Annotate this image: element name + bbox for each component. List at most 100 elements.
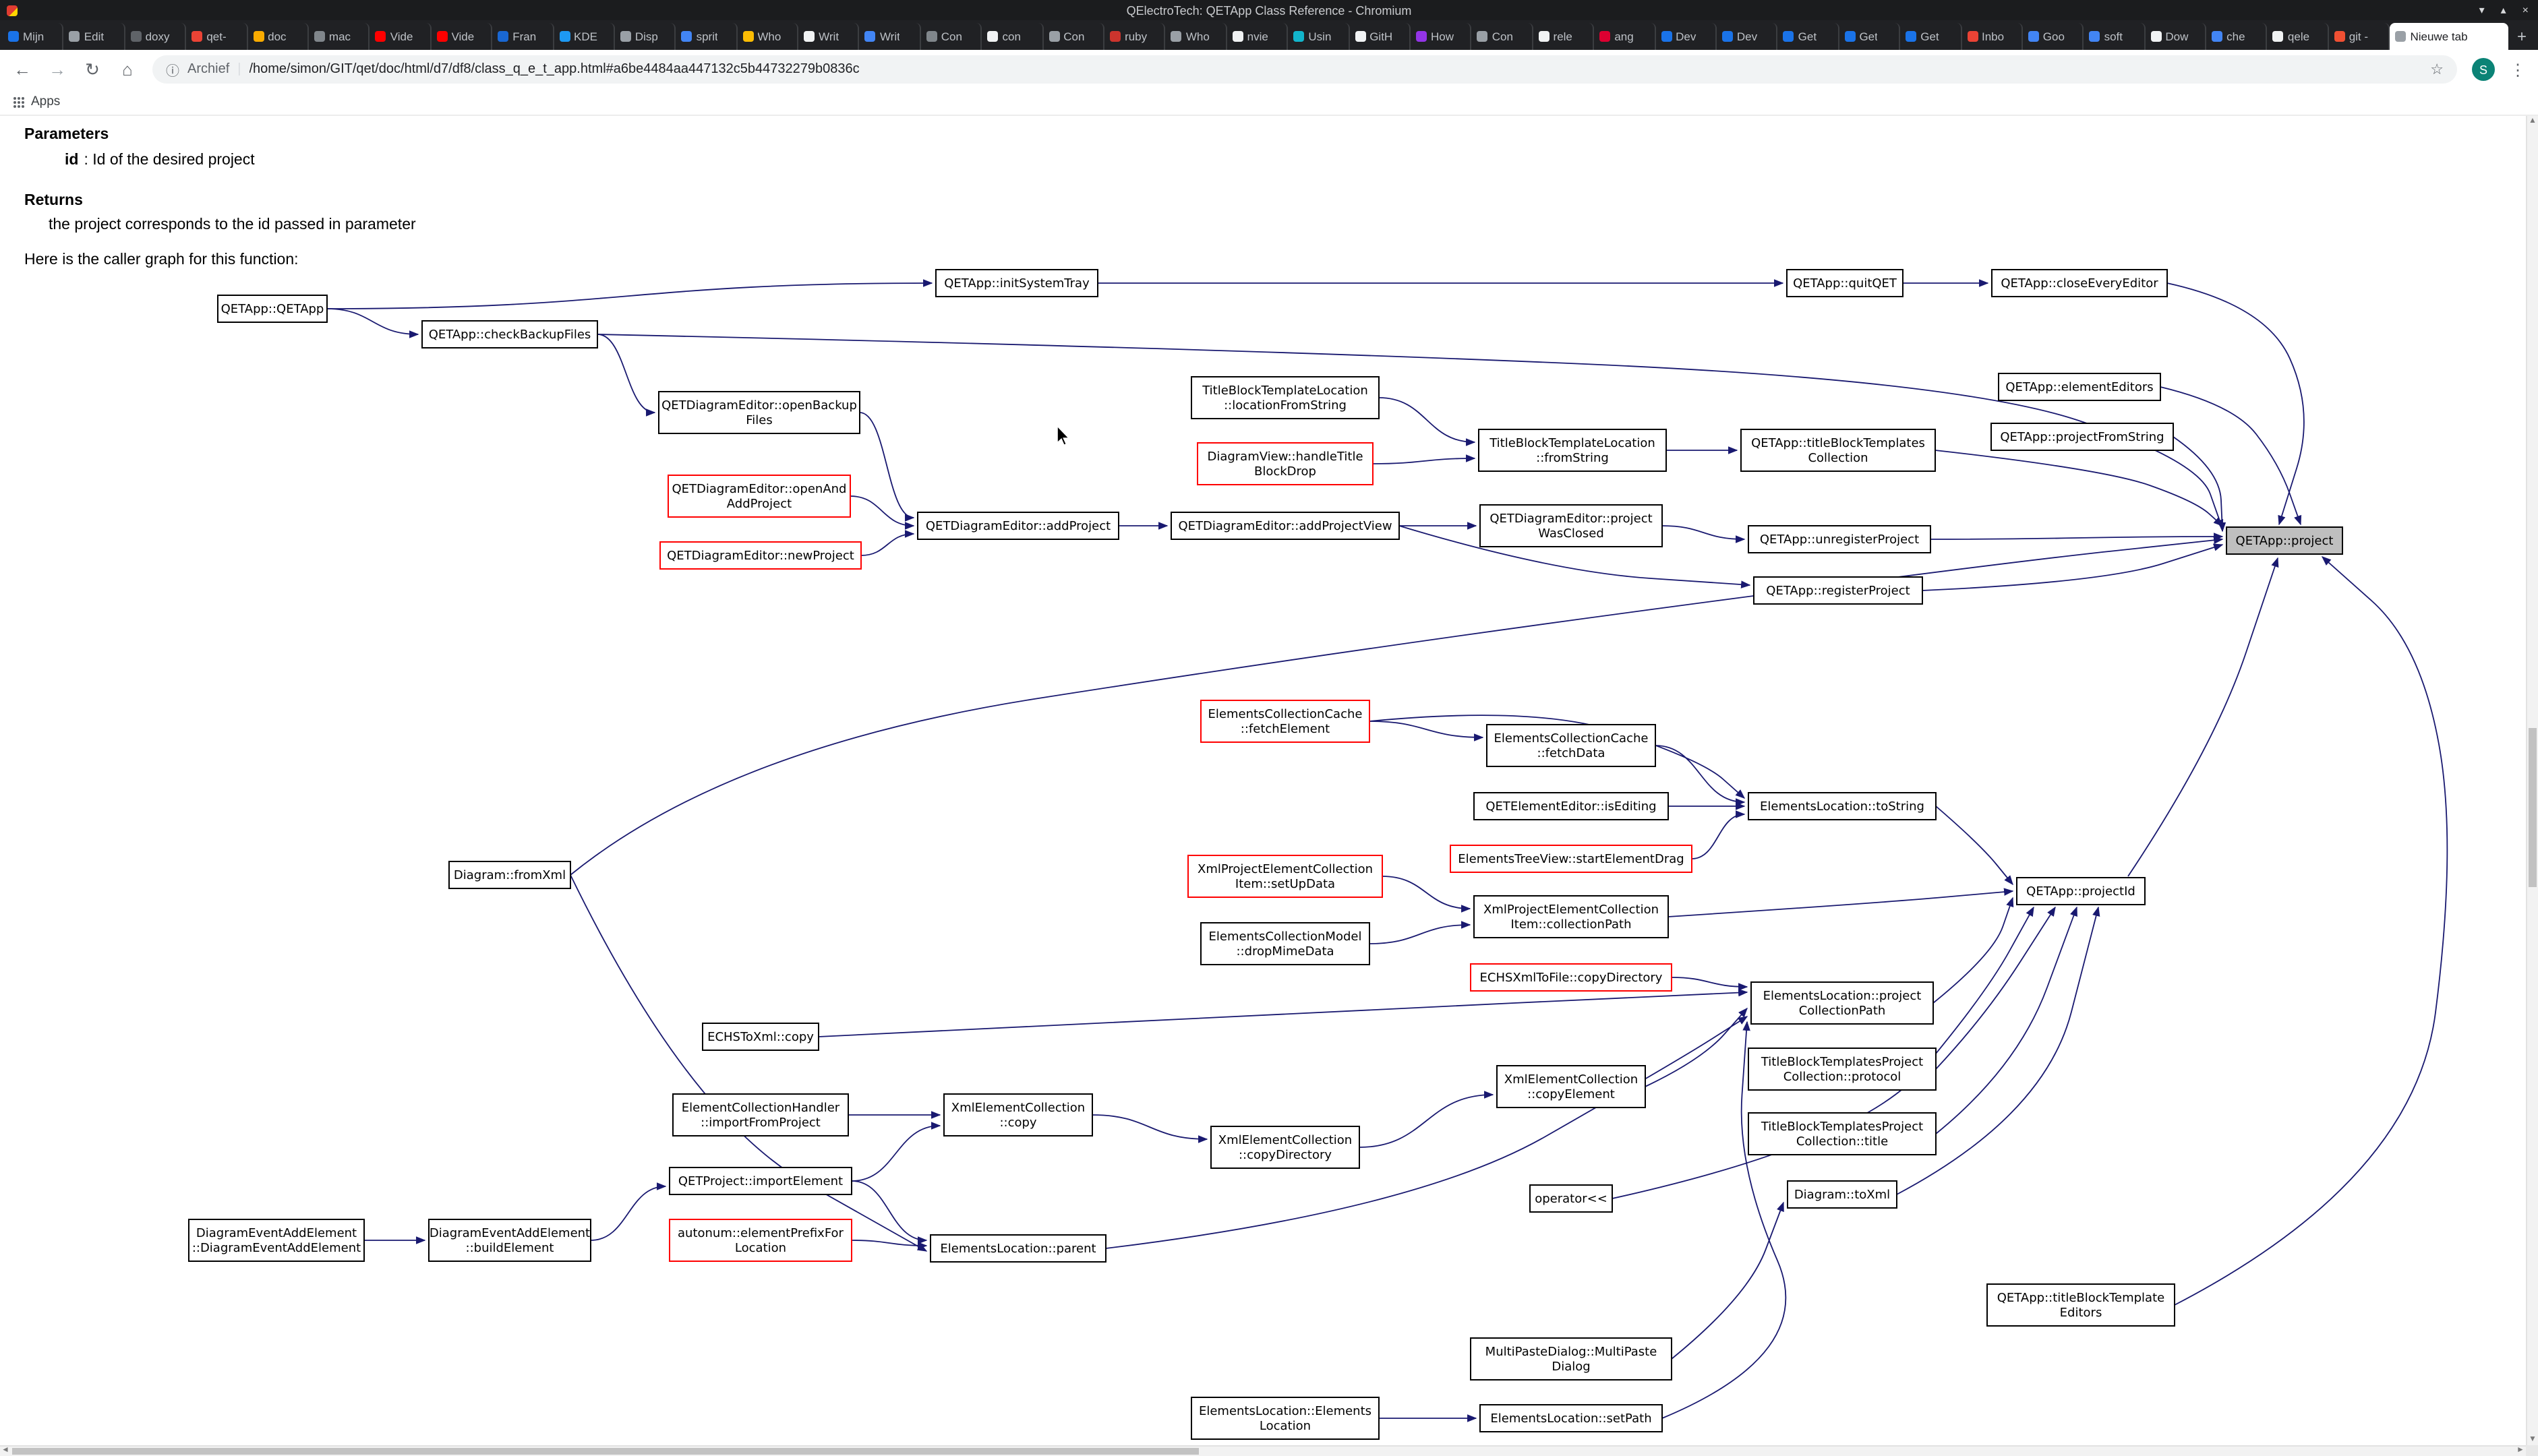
tab[interactable]: Fran	[492, 23, 554, 50]
graph-node-quitQET[interactable]: QETApp::quitQET	[1787, 270, 1903, 297]
graph-node-addProject[interactable]: QETDiagramEditor::addProject	[918, 512, 1119, 539]
graph-node-operatorOut[interactable]: operator<<	[1530, 1185, 1612, 1212]
graph-node-tbtlFromString[interactable]: TitleBlockTemplateLocation::fromString	[1479, 429, 1666, 471]
tab[interactable]: Dev	[1717, 23, 1778, 50]
graph-node-projectId[interactable]: QETApp::projectId	[2017, 878, 2145, 905]
horizontal-scrollbar[interactable]: ◄ ►	[0, 1445, 2526, 1456]
tab[interactable]: Get	[1900, 23, 1961, 50]
tab[interactable]: soft	[2084, 23, 2146, 50]
graph-node-copyElement[interactable]: XmlElementCollection::copyElement	[1497, 1066, 1645, 1108]
graph-node-titleBlockTemplatesCollection[interactable]: QETApp::titleBlockTemplatesCollection	[1741, 429, 1935, 471]
tab[interactable]: Usin	[1288, 23, 1349, 50]
graph-node-titleBlockTemplateEditors[interactable]: QETApp::titleBlockTemplateEditors	[1987, 1284, 2175, 1326]
graph-node-importFromProject[interactable]: ElementCollectionHandler::importFromProj…	[673, 1094, 848, 1136]
graph-node-newProject[interactable]: QETDiagramEditor::newProject	[660, 542, 861, 569]
tab[interactable]: Vide	[370, 23, 432, 50]
tab[interactable]: Con	[1043, 23, 1104, 50]
tab[interactable]: Mijn	[3, 23, 64, 50]
graph-node-echsToXmlCopy[interactable]: ECHSToXml::copy	[703, 1023, 819, 1050]
scroll-left-icon[interactable]: ◄	[0, 1447, 11, 1456]
graph-node-echsCopyDirectory[interactable]: ECHSXmlToFile::copyDirectory	[1471, 964, 1672, 991]
profile-avatar[interactable]: S	[2472, 58, 2495, 81]
graph-node-elementsLocationCtor[interactable]: ElementsLocation::ElementsLocation	[1191, 1397, 1379, 1439]
graph-node-elParent[interactable]: ElementsLocation::parent	[931, 1235, 1106, 1262]
graph-node-xmlCollCopy[interactable]: XmlElementCollection::copy	[944, 1094, 1092, 1136]
tab[interactable]: con	[982, 23, 1044, 50]
graph-node-elementPrefixForLocation[interactable]: autonum::elementPrefixForLocation	[670, 1219, 852, 1261]
tab-active[interactable]: Nieuwe tab	[2390, 23, 2508, 50]
bookmark-star-icon[interactable]: ☆	[2430, 61, 2444, 78]
reload-icon[interactable]: ↻	[82, 61, 102, 78]
graph-node-diagramEventCtor[interactable]: DiagramEventAddElement::DiagramEventAddE…	[189, 1219, 364, 1261]
tab[interactable]: Writ	[798, 23, 860, 50]
tab[interactable]: Inbo	[1961, 23, 2023, 50]
tab[interactable]: Con	[1472, 23, 1533, 50]
graph-node-multiPasteDialog[interactable]: MultiPasteDialog::MultiPasteDialog	[1471, 1338, 1672, 1380]
address-bar[interactable]: ⓘ Archief | /home/simon/GIT/qet/doc/html…	[152, 55, 2457, 84]
tab[interactable]: doc	[247, 23, 309, 50]
graph-node-closeEveryEditor[interactable]: QETApp::closeEveryEditor	[1992, 270, 2167, 297]
graph-node-protocol[interactable]: TitleBlockTemplatesProjectCollection::pr…	[1748, 1048, 1936, 1090]
bookmark-apps[interactable]: Apps	[31, 94, 60, 109]
scroll-up-icon[interactable]: ▲	[2527, 116, 2538, 127]
graph-node-collectionPath[interactable]: XmlProjectElementCollectionItem::collect…	[1474, 896, 1668, 938]
home-icon[interactable]: ⌂	[117, 61, 138, 78]
graph-node-qetapp[interactable]: QETApp::QETApp	[218, 295, 327, 322]
graph-node-elementEditors[interactable]: QETApp::elementEditors	[1999, 373, 2160, 400]
tab[interactable]: Dow	[2145, 23, 2206, 50]
scroll-down-icon[interactable]: ▼	[2527, 1434, 2538, 1445]
tab[interactable]: Disp	[615, 23, 676, 50]
tab[interactable]: Get	[1778, 23, 1839, 50]
horizontal-scrollbar-thumb[interactable]	[12, 1448, 1200, 1455]
graph-node-tbtpcTitle[interactable]: TitleBlockTemplatesProjectCollection::ti…	[1748, 1113, 1936, 1155]
graph-node-handleTitleBlockDrop[interactable]: DiagramView::handleTitleBlockDrop	[1198, 443, 1373, 485]
back-icon[interactable]: ←	[12, 61, 32, 78]
window-close-button[interactable]: ×	[2522, 4, 2529, 16]
graph-node-locationFromString[interactable]: TitleBlockTemplateLocation::locationFrom…	[1191, 377, 1379, 419]
graph-node-projectFromString[interactable]: QETApp::projectFromString	[1991, 423, 2173, 450]
vertical-scrollbar-thumb[interactable]	[2529, 727, 2537, 887]
graph-node-projectWasClosed[interactable]: QETDiagramEditor::projectWasClosed	[1480, 505, 1662, 547]
tab[interactable]: Con	[921, 23, 982, 50]
graph-node-buildElement[interactable]: DiagramEventAddElement::buildElement	[429, 1219, 591, 1261]
browser-menu-icon[interactable]: ⋮	[2510, 60, 2526, 79]
graph-node-importElement[interactable]: QETProject::importElement	[670, 1167, 852, 1194]
graph-node-setUpData[interactable]: XmlProjectElementCollectionItem::setUpDa…	[1188, 855, 1382, 897]
graph-node-projectCollectionPath[interactable]: ElementsLocation::projectCollectionPath	[1751, 982, 1933, 1024]
graph-node-fetchElement[interactable]: ElementsCollectionCache::fetchElement	[1201, 700, 1369, 742]
graph-node-openAndAddProject[interactable]: QETDiagramEditor::openAndAddProject	[668, 475, 850, 517]
graph-node-registerProject[interactable]: QETApp::registerProject	[1754, 577, 1922, 604]
graph-node-addProjectView[interactable]: QETDiagramEditor::addProjectView	[1171, 512, 1399, 539]
graph-node-fetchData[interactable]: ElementsCollectionCache::fetchData	[1487, 725, 1655, 766]
tab[interactable]: ang	[1594, 23, 1655, 50]
tab[interactable]: Who	[1166, 23, 1227, 50]
vertical-scrollbar[interactable]: ▲ ▼	[2526, 116, 2538, 1445]
graph-node-setPath[interactable]: ElementsLocation::setPath	[1480, 1405, 1662, 1432]
graph-node-diagramToXml[interactable]: Diagram::toXml	[1788, 1181, 1897, 1208]
tab[interactable]: Edit	[64, 23, 125, 50]
window-minimize-button[interactable]: ▾	[2479, 4, 2485, 16]
tab[interactable]: Vide	[431, 23, 492, 50]
url-text[interactable]: /home/simon/GIT/qet/doc/html/d7/df8/clas…	[249, 62, 2422, 77]
graph-node-isEditing[interactable]: QETElementEditor::isEditing	[1474, 793, 1668, 820]
tab[interactable]: ruby	[1104, 23, 1166, 50]
tab[interactable]: Who	[737, 23, 798, 50]
graph-node-initSystemTray[interactable]: QETApp::initSystemTray	[936, 270, 1098, 297]
tab[interactable]: qet-	[186, 23, 247, 50]
tab[interactable]: sprit	[676, 23, 738, 50]
tab[interactable]: nvie	[1227, 23, 1289, 50]
tab[interactable]: Goo	[2023, 23, 2084, 50]
graph-node-toString[interactable]: ElementsLocation::toString	[1748, 793, 1936, 820]
tab[interactable]: mac	[309, 23, 370, 50]
graph-node-dropMimeData[interactable]: ElementsCollectionModel::dropMimeData	[1201, 923, 1369, 965]
tab[interactable]: git -	[2329, 23, 2390, 50]
scroll-right-icon[interactable]: ►	[2515, 1447, 2526, 1456]
tab[interactable]: Dev	[1655, 23, 1717, 50]
forward-icon[interactable]: →	[47, 61, 67, 78]
graph-node-checkBackupFiles[interactable]: QETApp::checkBackupFiles	[422, 321, 597, 348]
graph-node-xmlCollCopyDirectory[interactable]: XmlElementCollection::copyDirectory	[1211, 1126, 1359, 1168]
tab[interactable]: How	[1411, 23, 1472, 50]
tab[interactable]: KDE	[554, 23, 615, 50]
tab[interactable]: rele	[1533, 23, 1595, 50]
graph-node-fromXml[interactable]: Diagram::fromXml	[449, 861, 570, 888]
